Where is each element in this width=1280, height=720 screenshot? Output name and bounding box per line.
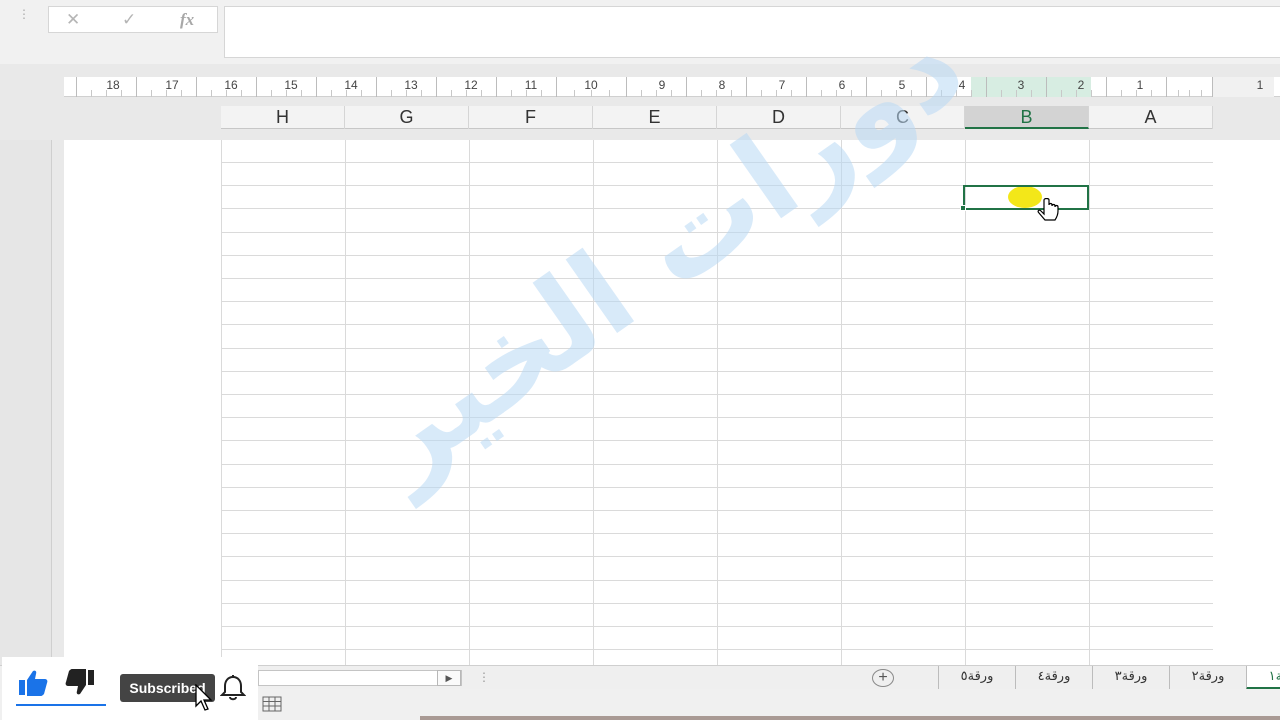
ruler-tick xyxy=(316,77,317,97)
ruler-tick xyxy=(136,77,137,97)
pointer-cursor-icon xyxy=(195,684,213,711)
sheet-tab[interactable]: ورقة٥ xyxy=(938,666,1015,690)
ruler-minor-tick xyxy=(151,90,152,97)
ruler-label: 18 xyxy=(106,78,120,92)
ruler-label: 10 xyxy=(584,78,598,92)
horizontal-ruler: 18 17 16 15 14 13 12 11 10 9 8 7 6 5 4 3 2 1 1 xyxy=(64,77,1280,97)
ruler-tick xyxy=(1166,77,1167,97)
column-headers: HGFEDCBA xyxy=(221,106,1213,129)
ruler-label: 1 xyxy=(1136,78,1144,92)
bell-icon[interactable] xyxy=(220,674,246,702)
column-header-g[interactable]: G xyxy=(345,106,469,129)
ruler-minor-tick xyxy=(1121,90,1122,97)
formula-bar: ⋮ ✕ ✓ fx xyxy=(0,0,1280,64)
scroll-right-arrow-icon[interactable]: ▶ xyxy=(437,670,461,686)
ruler-tick xyxy=(76,77,77,97)
horizontal-scrollbar[interactable]: ▶ xyxy=(258,670,462,686)
ruler-tick xyxy=(686,77,687,97)
ruler-label: 8 xyxy=(718,78,726,92)
ruler-minor-tick xyxy=(1061,90,1062,97)
ruler-tick xyxy=(1106,77,1107,97)
add-sheet-button[interactable]: + xyxy=(872,669,894,687)
cancel-icon[interactable]: ✕ xyxy=(66,10,80,30)
thumbs-down-icon[interactable] xyxy=(64,669,96,697)
ruler-minor-tick xyxy=(1001,90,1002,97)
ruler-minor-tick xyxy=(641,90,642,97)
excel-window: ⋮ ✕ ✓ fx 18 17 16 15 14 13 12 11 10 9 8 7 6 5 4 3 2 1 1 HG… xyxy=(0,0,1280,720)
ruler-label: 13 xyxy=(404,78,418,92)
ruler-minor-tick xyxy=(451,90,452,97)
ruler-minor-tick xyxy=(1189,90,1190,97)
column-header-e[interactable]: E xyxy=(593,106,717,129)
ruler-minor-tick xyxy=(609,90,610,97)
ruler-tick xyxy=(626,77,627,97)
youtube-overlay: Subscribed xyxy=(2,657,258,720)
normal-view-icon[interactable] xyxy=(262,696,282,712)
sheet-tab[interactable]: ورقة٣ xyxy=(1092,666,1169,690)
ruler-label: 12 xyxy=(464,78,478,92)
ruler-label: 11 xyxy=(524,78,538,92)
ruler-label: 9 xyxy=(658,78,666,92)
ruler-minor-tick xyxy=(91,90,92,97)
like-indicator xyxy=(16,704,106,706)
insert-function-button[interactable]: fx xyxy=(180,10,194,30)
page-right-margin xyxy=(1212,140,1280,665)
grip-icon[interactable]: ⋮ xyxy=(18,8,30,20)
ruler-tick xyxy=(376,77,377,97)
enter-icon[interactable]: ✓ xyxy=(122,10,136,30)
page-gutter xyxy=(0,140,52,665)
ruler-tick xyxy=(1046,77,1047,97)
ruler-minor-tick xyxy=(271,90,272,97)
ruler-minor-tick xyxy=(511,90,512,97)
ruler-minor-tick xyxy=(331,90,332,97)
column-header-f[interactable]: F xyxy=(469,106,593,129)
ruler-tick xyxy=(256,77,257,97)
formula-buttons: ✕ ✓ fx xyxy=(48,6,218,33)
formula-input[interactable] xyxy=(224,6,1280,58)
ruler-tick xyxy=(556,77,557,97)
ruler-label: 3 xyxy=(1017,78,1025,92)
ruler-minor-tick xyxy=(574,90,575,97)
sheet-tab[interactable]: ورقة٢ xyxy=(1169,666,1246,690)
column-header-a[interactable]: A xyxy=(1089,106,1213,129)
status-divider xyxy=(420,716,1280,720)
ruler-label: 1 xyxy=(1256,78,1264,92)
ruler-minor-tick xyxy=(1178,90,1179,97)
ruler-tick xyxy=(196,77,197,97)
ruler-minor-tick xyxy=(701,90,702,97)
ruler-tick xyxy=(1212,77,1213,97)
column-header-h[interactable]: H xyxy=(221,106,345,129)
ruler-minor-tick xyxy=(1201,90,1202,97)
ruler-minor-tick xyxy=(391,90,392,97)
fill-handle[interactable] xyxy=(960,205,966,211)
ruler-label: 17 xyxy=(165,78,179,92)
hand-cursor-icon xyxy=(1037,198,1059,221)
ruler-tick xyxy=(496,77,497,97)
ruler-label: 15 xyxy=(284,78,298,92)
ruler-minor-tick xyxy=(211,90,212,97)
ruler-label: 2 xyxy=(1077,78,1085,92)
ruler-label: 16 xyxy=(224,78,238,92)
ruler-tick xyxy=(986,77,987,97)
ruler-tick xyxy=(746,77,747,97)
sheet-tab[interactable]: ورقة٤ xyxy=(1015,666,1092,690)
selected-cell[interactable] xyxy=(963,185,1089,210)
sheet-tab[interactable]: ورقة١ xyxy=(1246,666,1280,690)
ruler-label: 14 xyxy=(344,78,358,92)
thumbs-up-icon[interactable] xyxy=(18,669,50,697)
tab-splitter-icon[interactable]: ⋮ xyxy=(478,670,490,684)
ruler-tick xyxy=(436,77,437,97)
